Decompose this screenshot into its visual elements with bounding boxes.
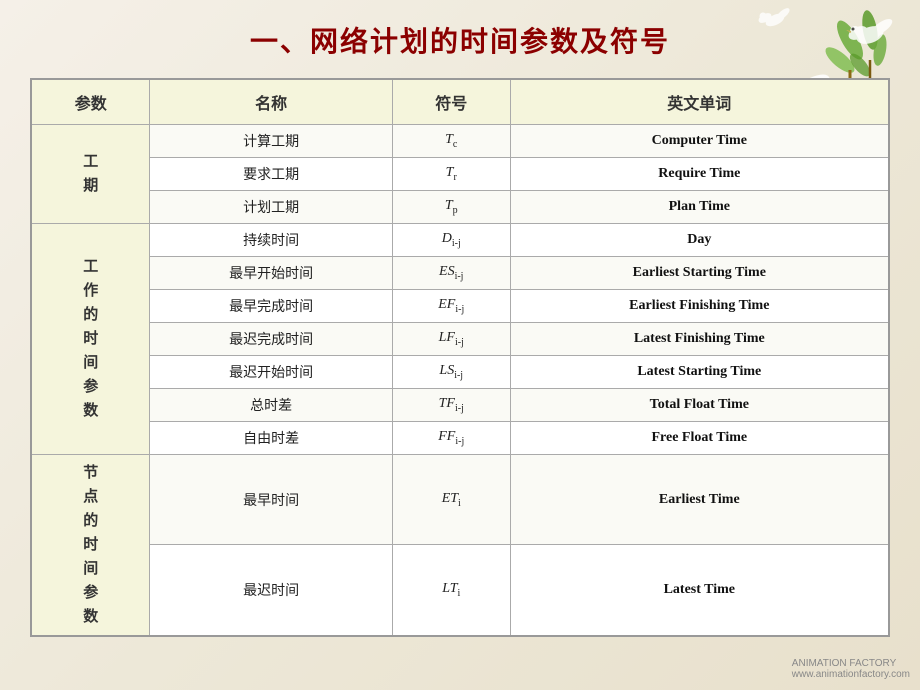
row-name-cell: 计算工期 <box>150 125 393 158</box>
title-area: 一、网络计划的时间参数及符号 <box>30 20 890 60</box>
table-row: 节点的时间参数最早时间ETiEarliest Time <box>31 455 889 545</box>
row-english-cell: Latest Time <box>510 545 889 636</box>
watermark-line2: www.animationfactory.com <box>792 669 910 680</box>
row-name-cell: 最迟开始时间 <box>150 356 393 389</box>
table-row: 总时差TFi-jTotal Float Time <box>31 389 889 422</box>
row-english-cell: Require Time <box>510 158 889 191</box>
row-english-cell: Free Float Time <box>510 422 889 455</box>
slide-container: 一、网络计划的时间参数及符号 参数 名称 符号 英文单词 工期计算工期TcCom… <box>0 0 920 690</box>
row-english-cell: Computer Time <box>510 125 889 158</box>
main-table: 参数 名称 符号 英文单词 工期计算工期TcComputer Time要求工期T… <box>30 78 890 637</box>
row-english-cell: Latest Finishing Time <box>510 323 889 356</box>
row-name-cell: 最早完成时间 <box>150 290 393 323</box>
table-header-row: 参数 名称 符号 英文单词 <box>31 79 889 125</box>
row-symbol-cell: ESi-j <box>392 257 510 290</box>
col-header-name: 名称 <box>150 79 393 125</box>
row-english-cell: Latest Starting Time <box>510 356 889 389</box>
table-row: 要求工期TrRequire Time <box>31 158 889 191</box>
row-name-cell: 计划工期 <box>150 191 393 224</box>
table-row: 工期计算工期TcComputer Time <box>31 125 889 158</box>
col-header-param: 参数 <box>31 79 150 125</box>
table-row: 最早完成时间EFi-jEarliest Finishing Time <box>31 290 889 323</box>
row-name-cell: 总时差 <box>150 389 393 422</box>
row-name-cell: 持续时间 <box>150 224 393 257</box>
row-english-cell: Earliest Starting Time <box>510 257 889 290</box>
row-name-cell: 最早时间 <box>150 455 393 545</box>
row-english-cell: Day <box>510 224 889 257</box>
page-title: 一、网络计划的时间参数及符号 <box>250 26 670 57</box>
table-row: 工作的时间参数持续时间Di-jDay <box>31 224 889 257</box>
row-english-cell: Earliest Time <box>510 455 889 545</box>
row-english-cell: Total Float Time <box>510 389 889 422</box>
col-header-english: 英文单词 <box>510 79 889 125</box>
row-name-cell: 最迟完成时间 <box>150 323 393 356</box>
row-name-cell: 要求工期 <box>150 158 393 191</box>
table-row: 最迟时间LTiLatest Time <box>31 545 889 636</box>
table-row: 计划工期TpPlan Time <box>31 191 889 224</box>
row-english-cell: Plan Time <box>510 191 889 224</box>
watermark: ANIMATION FACTORY www.animationfactory.c… <box>792 658 910 680</box>
row-symbol-cell: FFi-j <box>392 422 510 455</box>
group-label-cell: 工作的时间参数 <box>31 224 150 455</box>
row-symbol-cell: EFi-j <box>392 290 510 323</box>
row-name-cell: 最早开始时间 <box>150 257 393 290</box>
row-symbol-cell: LFi-j <box>392 323 510 356</box>
table-wrapper: 参数 名称 符号 英文单词 工期计算工期TcComputer Time要求工期T… <box>30 78 890 637</box>
row-symbol-cell: LSi-j <box>392 356 510 389</box>
row-symbol-cell: Tc <box>392 125 510 158</box>
watermark-line1: ANIMATION FACTORY <box>792 658 910 669</box>
row-symbol-cell: TFi-j <box>392 389 510 422</box>
row-symbol-cell: Tp <box>392 191 510 224</box>
table-row: 最早开始时间ESi-jEarliest Starting Time <box>31 257 889 290</box>
group-label-cell: 工期 <box>31 125 150 224</box>
group-label-cell: 节点的时间参数 <box>31 455 150 637</box>
row-symbol-cell: Di-j <box>392 224 510 257</box>
table-row: 自由时差FFi-jFree Float Time <box>31 422 889 455</box>
row-name-cell: 最迟时间 <box>150 545 393 636</box>
row-symbol-cell: ETi <box>392 455 510 545</box>
row-english-cell: Earliest Finishing Time <box>510 290 889 323</box>
table-row: 最迟完成时间LFi-jLatest Finishing Time <box>31 323 889 356</box>
table-row: 最迟开始时间LSi-jLatest Starting Time <box>31 356 889 389</box>
row-symbol-cell: LTi <box>392 545 510 636</box>
row-name-cell: 自由时差 <box>150 422 393 455</box>
row-symbol-cell: Tr <box>392 158 510 191</box>
col-header-symbol: 符号 <box>392 79 510 125</box>
